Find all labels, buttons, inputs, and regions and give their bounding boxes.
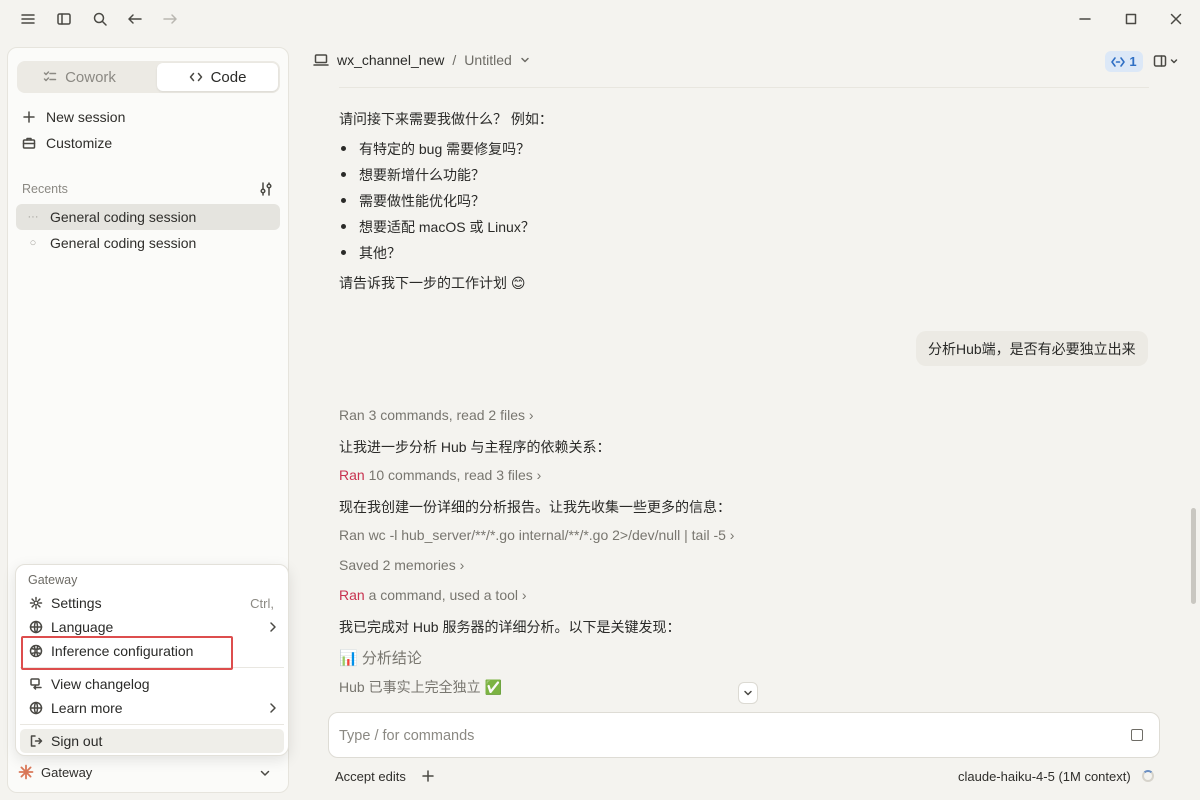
tab-cowork-label: Cowork xyxy=(65,68,116,86)
chevron-down-icon xyxy=(1170,57,1178,65)
breadcrumb: wx_channel_new / Untitled xyxy=(313,52,530,68)
menu-item-label: Learn more xyxy=(51,700,123,716)
list-item: 想要适配 macOS 或 Linux？ xyxy=(341,217,535,237)
breadcrumb-separator: / xyxy=(452,52,457,68)
session-item-label: General coding session xyxy=(50,235,197,251)
diff-badge[interactable]: 1 xyxy=(1105,51,1143,72)
badge-count: 1 xyxy=(1129,54,1137,69)
tool-summary-row[interactable]: Ran a command, used a tool › xyxy=(339,587,527,603)
claude-logo-icon xyxy=(18,764,34,780)
sign-out-icon xyxy=(29,734,43,748)
menu-item-settings[interactable]: Settings Ctrl, xyxy=(20,591,284,615)
filter-sliders-icon[interactable] xyxy=(259,181,273,197)
session-status-icon: ··· xyxy=(27,211,39,223)
gateway-label: Gateway xyxy=(41,764,93,780)
list-item: 有特定的 bug 需要修复吗？ xyxy=(341,139,530,159)
model-selector[interactable]: claude-haiku-4-5 (1M context) xyxy=(958,769,1131,784)
new-session-label: New session xyxy=(46,109,126,125)
menu-item-label: Sign out xyxy=(51,733,103,749)
back-arrow-icon[interactable] xyxy=(124,8,146,30)
list-item: 需要做性能优化吗？ xyxy=(341,191,485,211)
chevron-right-icon xyxy=(268,621,278,633)
menu-divider xyxy=(20,724,284,725)
tab-code-label: Code xyxy=(210,68,247,86)
menu-item-sign-out[interactable]: Sign out xyxy=(20,729,284,753)
menu-item-label: Settings xyxy=(51,595,102,611)
user-message-text: 分析Hub端，是否有必要独立出来 xyxy=(928,340,1136,357)
composer xyxy=(328,712,1160,758)
assistant-text-row: Hub 已事实上完全独立 ✅ xyxy=(339,679,502,695)
diamond-code-icon xyxy=(1111,56,1126,68)
prompt-input[interactable] xyxy=(339,725,1109,747)
mode-switcher: Cowork Code xyxy=(17,61,280,93)
laptop-icon xyxy=(313,53,329,67)
gear-icon xyxy=(29,596,43,610)
panel-toggle-button[interactable] xyxy=(1153,54,1178,68)
add-icon[interactable] xyxy=(422,770,434,782)
tab-cowork[interactable]: Cowork xyxy=(19,63,140,91)
globe-icon xyxy=(29,701,43,715)
assistant-message-closing: 请告诉我下一步的工作计划 😊 xyxy=(339,275,526,291)
tool-summary-row[interactable]: Ran 10 commands, read 3 files › xyxy=(339,467,541,483)
chevron-down-icon[interactable] xyxy=(520,55,530,65)
section-heading: 📊 分析结论 xyxy=(339,650,422,667)
loading-spinner-icon xyxy=(1142,770,1154,782)
menu-item-learn-more[interactable]: Learn more xyxy=(20,696,284,720)
sidebar-toggle-icon[interactable] xyxy=(53,8,75,30)
plus-icon xyxy=(22,110,36,124)
menu-item-label: View changelog xyxy=(51,676,150,692)
scrollbar-thumb[interactable] xyxy=(1191,508,1196,604)
chevron-down-icon[interactable] xyxy=(259,767,271,779)
forward-arrow-icon[interactable] xyxy=(159,8,181,30)
maximize-icon[interactable] xyxy=(1120,8,1142,30)
shortcut-hint: Ctrl, xyxy=(250,595,274,611)
assistant-text-row: 现在我创建一份详细的分析报告。让我先收集一些更多的信息： xyxy=(339,499,731,515)
customize-label: Customize xyxy=(46,135,113,151)
list-item: 其他？ xyxy=(341,243,401,263)
assistant-message-intro: 请问接下来需要我做什么？ 例如： xyxy=(339,111,553,127)
accept-edits-button[interactable]: Accept edits xyxy=(335,769,406,784)
briefcase-icon xyxy=(22,136,36,150)
panel-icon xyxy=(1153,54,1167,68)
tool-summary-row[interactable]: Ran wc -l hub_server/**/*.go internal/**… xyxy=(339,527,734,543)
project-name[interactable]: wx_channel_new xyxy=(337,52,444,68)
list-item: 想要新增什么功能？ xyxy=(341,165,485,185)
stop-icon[interactable] xyxy=(1131,729,1143,741)
globe-icon xyxy=(29,620,43,634)
menu-item-label: Language xyxy=(51,619,114,635)
session-item[interactable]: ··· General coding session xyxy=(16,204,280,230)
checklist-icon xyxy=(43,70,57,84)
customize-button[interactable]: Customize xyxy=(22,132,112,154)
scroll-to-bottom-button[interactable] xyxy=(738,682,758,704)
chevron-down-icon xyxy=(743,688,753,698)
session-item[interactable]: ○ General coding session xyxy=(16,230,280,256)
tool-summary-row[interactable]: Saved 2 memories › xyxy=(339,557,464,573)
code-icon xyxy=(189,70,203,84)
gateway-account-button[interactable]: Gateway xyxy=(18,764,92,780)
content-divider xyxy=(339,87,1149,88)
highlight-annotation xyxy=(21,636,233,670)
new-session-button[interactable]: New session xyxy=(22,106,125,128)
assistant-text-row: 让我进一步分析 Hub 与主程序的依赖关系： xyxy=(339,439,611,455)
document-title[interactable]: Untitled xyxy=(464,52,511,68)
hamburger-menu-icon[interactable] xyxy=(17,8,39,30)
minimize-icon[interactable] xyxy=(1074,8,1096,30)
tool-summary-row[interactable]: Ran 3 commands, read 2 files › xyxy=(339,407,534,423)
menu-title: Gateway xyxy=(28,573,78,587)
recents-heading: Recents xyxy=(22,182,68,196)
close-icon[interactable] xyxy=(1165,8,1187,30)
chevron-right-icon xyxy=(268,702,278,714)
changelog-icon xyxy=(29,677,43,691)
menu-item-view-changelog[interactable]: View changelog xyxy=(20,672,284,696)
assistant-text-row: 我已完成对 Hub 服务器的详细分析。以下是关键发现： xyxy=(339,619,681,635)
session-item-label: General coding session xyxy=(50,209,197,225)
user-message-bubble: 分析Hub端，是否有必要独立出来 xyxy=(916,331,1148,366)
search-icon[interactable] xyxy=(89,8,111,30)
session-status-icon: ○ xyxy=(29,237,37,249)
tab-code[interactable]: Code xyxy=(157,63,278,91)
